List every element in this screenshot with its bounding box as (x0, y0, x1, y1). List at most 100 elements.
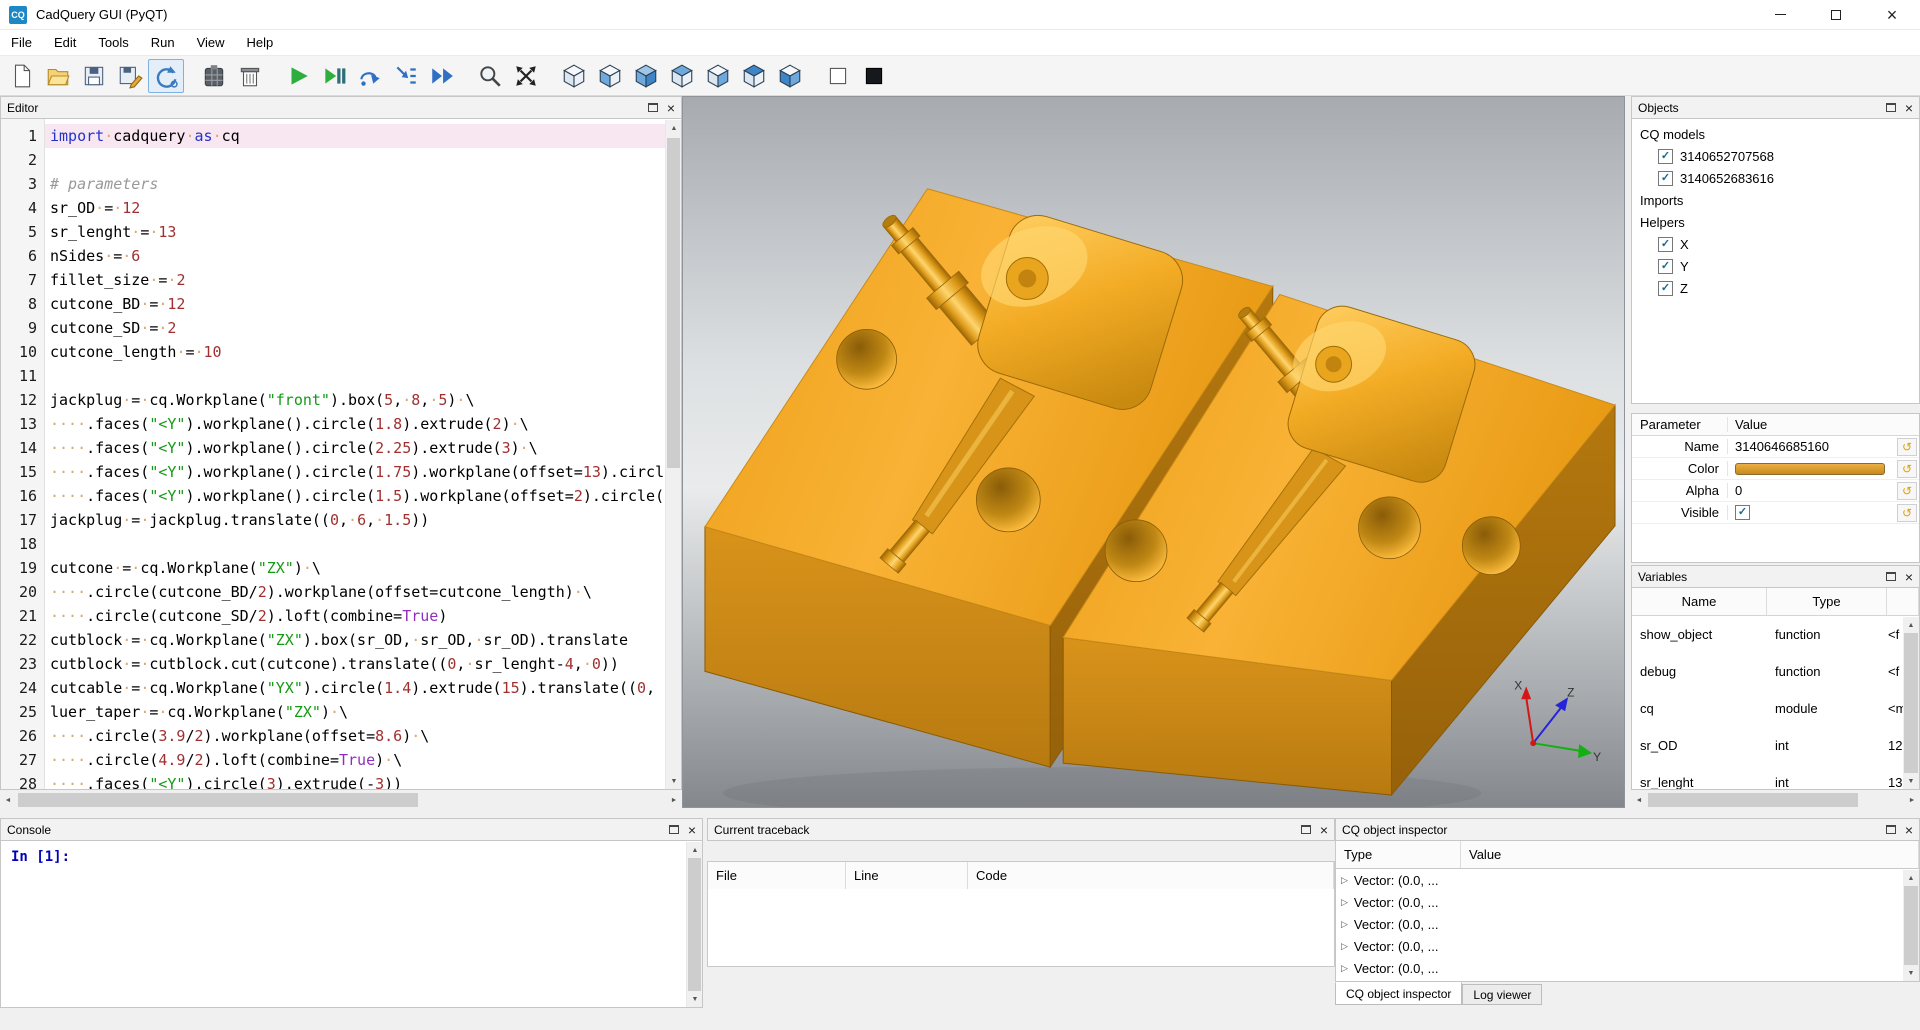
zoom-fit-button[interactable] (472, 59, 508, 93)
inspector-row[interactable]: ▷Vector: (0.0, ... (1336, 891, 1919, 913)
code-line[interactable]: ····.faces("<Y").workplane().circle(2.25… (45, 436, 665, 460)
front-view-button[interactable] (592, 59, 628, 93)
line-number[interactable]: 3 (1, 172, 44, 196)
code-line[interactable]: cutcone_SD·=·2 (45, 316, 665, 340)
float-panel-icon[interactable] (1301, 825, 1311, 834)
code-line[interactable]: cutblock·=·cq.Workplane("ZX").box(sr_OD,… (45, 628, 665, 652)
expander-icon[interactable]: ▷ (1341, 941, 1348, 952)
code-line[interactable]: ····.circle(cutcone_SD/2).loft(combine=T… (45, 604, 665, 628)
close-panel-icon[interactable]: × (688, 823, 696, 837)
render-button[interactable] (280, 59, 316, 93)
scrollbar-thumb[interactable] (667, 138, 680, 468)
reset-property-button[interactable]: ↺ (1897, 482, 1917, 500)
close-panel-icon[interactable]: × (1320, 823, 1328, 837)
code-line[interactable]: cutcone_length·=·10 (45, 340, 665, 364)
variable-row[interactable]: sr_ODint12 (1632, 727, 1919, 764)
line-number[interactable]: 27 (1, 748, 44, 772)
column-header-line[interactable]: Line (846, 862, 968, 889)
line-number[interactable]: 6 (1, 244, 44, 268)
fit-all-button[interactable] (508, 59, 544, 93)
checkbox-checked[interactable]: ✓ (1658, 171, 1673, 186)
inspector-panel-header[interactable]: CQ object inspector × (1335, 818, 1920, 841)
console-output[interactable]: In [1]: (0, 841, 703, 1008)
line-number[interactable]: 9 (1, 316, 44, 340)
tab-cq-object-inspector[interactable]: CQ object inspector (1335, 982, 1462, 1005)
tree-item-helper-x[interactable]: ✓ X (1632, 233, 1919, 255)
code-line[interactable]: cutcable·=·cq.Workplane("YX").circle(1.4… (45, 676, 665, 700)
line-number[interactable]: 15 (1, 460, 44, 484)
line-number[interactable]: 18 (1, 532, 44, 556)
save-as-button[interactable] (112, 59, 148, 93)
scrollbar-thumb[interactable] (1648, 793, 1858, 807)
back-view-button[interactable] (628, 59, 664, 93)
scroll-down-arrow[interactable]: ▼ (666, 773, 682, 789)
code-line[interactable]: ····.faces("<Y").workplane().circle(1.75… (45, 460, 665, 484)
scroll-down-arrow[interactable]: ▼ (1903, 773, 1919, 789)
menu-edit[interactable]: Edit (43, 30, 87, 55)
float-panel-icon[interactable] (1886, 825, 1896, 834)
shaded-button[interactable] (856, 59, 892, 93)
close-button[interactable]: × (1864, 0, 1920, 29)
float-panel-icon[interactable] (669, 825, 679, 834)
variables-vertical-scrollbar[interactable]: ▲ ▼ (1903, 617, 1919, 789)
line-number[interactable]: 14 (1, 436, 44, 460)
scroll-right-arrow[interactable]: ► (1904, 792, 1920, 808)
iso-view-button[interactable] (556, 59, 592, 93)
scroll-right-arrow[interactable]: ► (666, 792, 682, 808)
checkbox-checked[interactable]: ✓ (1658, 259, 1673, 274)
tree-item-helper-y[interactable]: ✓ Y (1632, 255, 1919, 277)
menu-tools[interactable]: Tools (87, 30, 139, 55)
line-number[interactable]: 28 (1, 772, 44, 790)
scroll-down-arrow[interactable]: ▼ (1903, 965, 1919, 981)
scroll-up-arrow[interactable]: ▲ (1903, 617, 1919, 633)
continue-button[interactable] (424, 59, 460, 93)
scrollbar-thumb[interactable] (1904, 886, 1918, 965)
line-number[interactable]: 16 (1, 484, 44, 508)
menu-run[interactable]: Run (140, 30, 186, 55)
save-button[interactable] (76, 59, 112, 93)
close-panel-icon[interactable]: × (667, 101, 675, 115)
line-number[interactable]: 26 (1, 724, 44, 748)
code-line[interactable]: ····.faces("<Y").workplane().circle(1.8)… (45, 412, 665, 436)
code-line[interactable]: import·cadquery·as·cq (45, 124, 665, 148)
line-number[interactable]: 17 (1, 508, 44, 532)
tree-item-model[interactable]: ✓ 3140652707568 (1632, 145, 1919, 167)
editor-vertical-scrollbar[interactable]: ▲ ▼ (665, 120, 681, 789)
autoreload-button[interactable] (148, 59, 184, 93)
code-line[interactable]: ····.faces("<Y").workplane().circle(1.5)… (45, 484, 665, 508)
debug-button[interactable] (316, 59, 352, 93)
close-panel-icon[interactable]: × (1905, 570, 1913, 584)
code-line[interactable]: ····.faces("<Y").circle(3).extrude(-3)) (45, 772, 665, 789)
inspector-row[interactable]: ▷Vector: (0.0, ... (1336, 913, 1919, 935)
line-number[interactable]: 25 (1, 700, 44, 724)
column-header-code[interactable]: Code (968, 862, 1334, 889)
line-number[interactable]: 20 (1, 580, 44, 604)
tab-log-viewer[interactable]: Log viewer (1462, 984, 1542, 1005)
code-line[interactable]: nSides·=·6 (45, 244, 665, 268)
line-number[interactable]: 10 (1, 340, 44, 364)
expander-icon[interactable]: ▷ (1341, 875, 1348, 886)
code-line[interactable]: jackplug·=·cq.Workplane("front").box(5,·… (45, 388, 665, 412)
scroll-left-arrow[interactable]: ◄ (1631, 792, 1647, 808)
code-line[interactable]: sr_lenght·=·13 (45, 220, 665, 244)
scrollbar-thumb[interactable] (1904, 633, 1918, 773)
menu-file[interactable]: File (0, 30, 43, 55)
variables-horizontal-scrollbar[interactable]: ◄ ► (1631, 792, 1920, 808)
float-panel-icon[interactable] (1886, 572, 1896, 581)
close-panel-icon[interactable]: × (1905, 823, 1913, 837)
code-line[interactable] (45, 532, 665, 556)
line-number[interactable]: 8 (1, 292, 44, 316)
minimize-button[interactable] (1752, 0, 1808, 29)
wireframe-button[interactable] (820, 59, 856, 93)
expander-icon[interactable]: ▷ (1341, 897, 1348, 908)
objects-panel-header[interactable]: Objects × (1631, 96, 1920, 119)
scroll-down-arrow[interactable]: ▼ (687, 991, 703, 1007)
property-row-alpha[interactable]: Alpha 0 ↺ (1632, 480, 1919, 502)
right-view-button[interactable] (700, 59, 736, 93)
column-header-file[interactable]: File (708, 862, 846, 889)
reset-property-button[interactable]: ↺ (1897, 438, 1917, 456)
code-line[interactable]: jackplug·=·jackplug.translate((0,·6,·1.5… (45, 508, 665, 532)
column-header-parameter[interactable]: Parameter (1632, 417, 1728, 432)
property-row-visible[interactable]: Visible ✓ ↺ (1632, 502, 1919, 524)
traceback-panel-header[interactable]: Current traceback × (707, 818, 1335, 841)
